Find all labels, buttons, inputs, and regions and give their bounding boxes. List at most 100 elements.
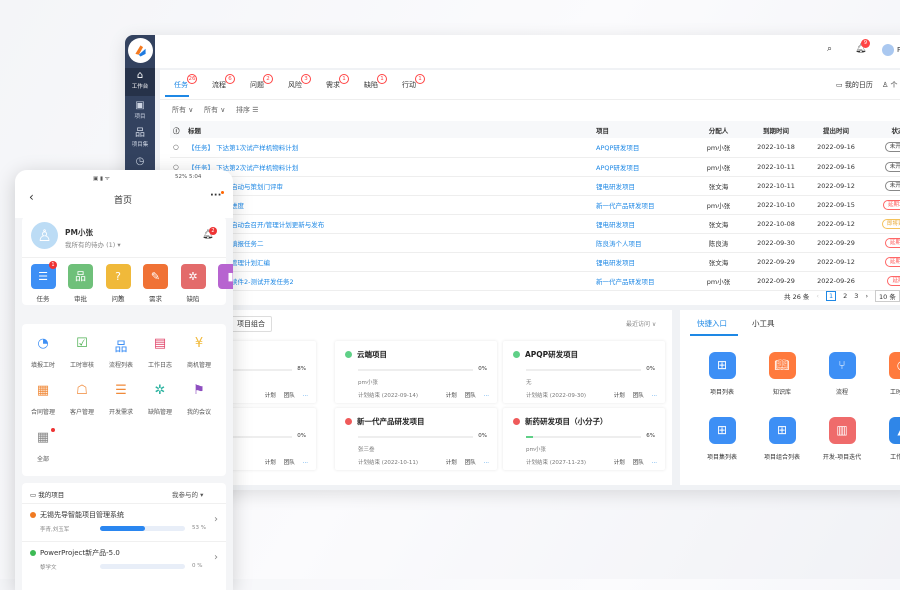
app-grid-item[interactable]: ☑工时审核	[62, 336, 102, 369]
more-icon[interactable]: ···	[303, 460, 308, 466]
app-grid-item[interactable]: ◔填报工时	[23, 336, 63, 369]
app-grid-item[interactable]: ¥商机管理	[179, 336, 219, 369]
team-link[interactable]: 团队	[465, 393, 476, 399]
app-grid-item[interactable]: ▦全部	[23, 430, 63, 463]
avatar[interactable]	[882, 44, 894, 56]
tab-task[interactable]: 任务26	[174, 80, 188, 90]
quick-entry-item[interactable]: ⑂流程	[812, 352, 872, 396]
calendar-link[interactable]: ▭ 我的日历	[836, 80, 873, 90]
personal-link[interactable]: ♙ 个	[882, 80, 898, 90]
plan-link[interactable]: 计划	[614, 460, 625, 466]
task-project[interactable]: APQP研发项目	[596, 157, 691, 176]
project-card[interactable]: 云端项目 0% pm小张 计划结束 (2022-09-14) 计划团队···	[335, 341, 497, 403]
project-name[interactable]: 新药研发项目（小分子）	[525, 417, 608, 426]
project-card[interactable]: 新药研发项目（小分子） 6% pm小张 计划结束 (2027-11-23) 计划…	[503, 408, 665, 470]
team-link[interactable]: 团队	[284, 460, 295, 466]
recent-visit-select[interactable]: 最近访问 ∨	[626, 319, 656, 328]
tab-risk[interactable]: 风险3	[288, 80, 302, 90]
quick-entry-item[interactable]: ⊞项目集列表	[692, 417, 752, 461]
shortcut-entry[interactable]: ☰任务1	[23, 264, 63, 303]
plan-link[interactable]: 计划	[446, 393, 457, 399]
table-row[interactable]: ○ 管理计划汇编 锂电研发项目 张文海 2022-09-29 2022-09-1…	[170, 252, 900, 271]
todo-select[interactable]: 我所有的待办 (1) ▾	[65, 239, 121, 249]
app-grid-item[interactable]: ▤工作日志	[140, 336, 180, 369]
app-grid-item[interactable]: ☰开发需求	[101, 383, 141, 416]
plan-link[interactable]: 计划	[446, 460, 457, 466]
task-project[interactable]: 新一代产品研发项目	[596, 271, 691, 290]
search-icon[interactable]: ⌕	[827, 44, 832, 54]
filter-all-1[interactable]: 所有 ∨	[172, 105, 193, 115]
project-card[interactable]: 新一代产品研发项目 0% 张三叁 计划结束 (2022-10-11) 计划团队·…	[335, 408, 497, 470]
plan-link[interactable]: 计划	[265, 393, 276, 399]
team-link[interactable]: 团队	[465, 460, 476, 466]
task-title[interactable]: 启动与策划门评审	[188, 176, 596, 195]
portfolio-button[interactable]: 项目组合	[230, 316, 272, 332]
quick-entry-item[interactable]: ⊞项目组合列表	[752, 417, 812, 461]
tab-issue[interactable]: 问题2	[250, 80, 264, 90]
bell-icon[interactable]: 🔔︎9	[855, 44, 866, 54]
sidebar-item-workbench[interactable]: ⌂工作台	[125, 68, 155, 96]
more-icon[interactable]: ···	[484, 460, 489, 466]
prev-page[interactable]: ‹	[816, 292, 819, 300]
col-project[interactable]: 项目	[596, 121, 691, 138]
col-title[interactable]: 标题	[188, 121, 596, 138]
task-project[interactable]: APQP研发项目	[596, 138, 691, 157]
plan-link[interactable]: 计划	[265, 460, 276, 466]
expand-chevron-icon[interactable]: ∨	[118, 293, 123, 301]
project-name[interactable]: 新一代产品研发项目	[357, 417, 425, 426]
task-title[interactable]: 读件2-测试开发任务2	[188, 271, 596, 290]
quick-entry-item[interactable]: ◷工时填报	[872, 352, 900, 396]
table-row[interactable]: ○ 启动会召开/管理计划更新与发布 锂电研发项目 张文海 2022-10-08 …	[170, 214, 900, 233]
sidebar-item-program[interactable]: 品项目集	[125, 126, 155, 154]
quick-entry-item[interactable]: 📖︎知识库	[752, 352, 812, 396]
quick-entry-item[interactable]: ⊞项目列表	[692, 352, 752, 396]
tab-action[interactable]: 行动1	[402, 80, 416, 90]
col-due[interactable]: 到期时间	[746, 121, 806, 138]
back-icon[interactable]: ‹	[29, 190, 34, 204]
plan-link[interactable]: 计划	[614, 393, 625, 399]
project-card[interactable]: APQP研发项目 0% 无 计划结束 (2022-09-30) 计划团队···	[503, 341, 665, 403]
sort-button[interactable]: 排序 ☰	[236, 105, 259, 115]
task-title[interactable]: 填报任务二	[188, 233, 596, 252]
more-icon[interactable]: ···	[303, 393, 308, 399]
table-row[interactable]: ○ 填报任务二 陈良涛个人项目 陈良涛 2022-09-30 2022-09-2…	[170, 233, 900, 252]
quick-entry-item[interactable]: ▲工作台-e	[872, 417, 900, 461]
col-status[interactable]: 状态	[866, 121, 900, 138]
app-grid-item[interactable]: 品流程列表	[101, 336, 141, 369]
status-circle-icon[interactable]: ○	[170, 138, 188, 157]
my-project-item[interactable]: 无锡先导智能项目管理系统 李青,刘玉军 53 % ›	[22, 503, 226, 539]
table-row[interactable]: ○ 进度 新一代产品研发项目 pm小张 2022-10-10 2022-09-1…	[170, 195, 900, 214]
quick-entry-item[interactable]: ▥开发-项目迭代	[812, 417, 872, 461]
shortcut-entry[interactable]: ✲缺陷	[173, 264, 213, 303]
col-assignee[interactable]: 分配人	[691, 121, 746, 138]
participation-filter[interactable]: 我参与的 ▾	[172, 489, 203, 499]
shortcut-entry[interactable]: ▮	[211, 264, 234, 293]
task-title[interactable]: 管理计划汇编	[188, 252, 596, 271]
tab-defect[interactable]: 缺陷1	[364, 80, 378, 90]
shortcut-entry[interactable]: ✎需求	[136, 264, 176, 303]
task-project[interactable]: 锂电研发项目	[596, 176, 691, 195]
app-grid-item[interactable]: ✲缺陷管理	[140, 383, 180, 416]
table-row[interactable]: ○ 读件2-测试开发任务2 新一代产品研发项目 pm小张 2022-09-29 …	[170, 271, 900, 290]
page-1[interactable]: 1	[826, 291, 836, 301]
sidebar-item-project[interactable]: ▣项目	[125, 98, 155, 126]
col-created[interactable]: 提出时间	[806, 121, 866, 138]
task-project[interactable]: 锂电研发项目	[596, 214, 691, 233]
tab-requirement[interactable]: 需求1	[326, 80, 340, 90]
app-grid-item[interactable]: ⚑我的会议	[179, 383, 219, 416]
tab-quick-entry[interactable]: 快捷入口	[697, 318, 727, 329]
task-title[interactable]: 进度	[188, 195, 596, 214]
page-size-select[interactable]: 10 条	[875, 290, 900, 302]
table-row[interactable]: ○ 【任务】 下达第1次试产样机物料计划 APQP研发项目 pm小张 2022-…	[170, 138, 900, 157]
tab-widgets[interactable]: 小工具	[752, 318, 775, 329]
more-icon[interactable]: ···	[652, 460, 657, 466]
task-project[interactable]: 陈良涛个人项目	[596, 233, 691, 252]
team-link[interactable]: 团队	[284, 393, 295, 399]
my-project-item[interactable]: PowerProject新产品-5.0 黎学文 0 % ›	[22, 541, 226, 577]
shortcut-entry[interactable]: 品审批	[61, 264, 101, 303]
page-2[interactable]: 2	[843, 292, 847, 300]
more-icon[interactable]: ···	[484, 393, 489, 399]
filter-all-2[interactable]: 所有 ∨	[204, 105, 225, 115]
avatar[interactable]: ♙	[31, 222, 58, 249]
more-icon[interactable]: ···	[652, 393, 657, 399]
